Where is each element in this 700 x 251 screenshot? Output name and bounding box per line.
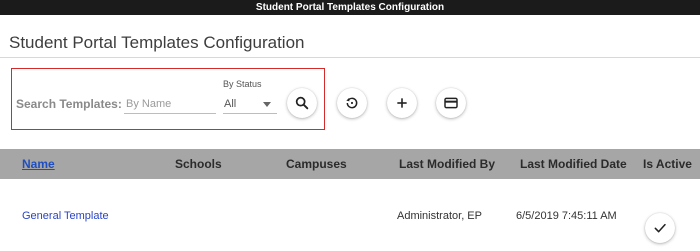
title-divider (0, 57, 700, 58)
column-header-last-modified-by: Last Modified By (399, 157, 496, 171)
column-header-last-modified-date: Last Modified Date (520, 157, 627, 171)
column-header-campuses: Campuses (286, 157, 347, 171)
search-icon (295, 96, 309, 110)
status-filter-caption: By Status (223, 79, 262, 89)
column-header-schools: Schools (175, 157, 222, 171)
plus-icon (397, 98, 407, 108)
window-title: Student Portal Templates Configuration (255, 2, 445, 13)
search-templates-label: Search Templates: (16, 97, 122, 111)
check-icon (654, 223, 666, 233)
last-modified-by-cell: Administrator, EP (397, 210, 482, 222)
history-icon (346, 97, 358, 109)
reset-search-button[interactable] (337, 88, 367, 118)
is-active-toggle[interactable] (645, 213, 675, 243)
column-header-name[interactable]: Name (22, 157, 55, 171)
status-filter-value: All (224, 98, 237, 110)
window-titlebar: Student Portal Templates Configuration (0, 0, 700, 15)
card-view-button[interactable] (436, 88, 466, 118)
page-title: Student Portal Templates Configuration (9, 33, 305, 52)
last-modified-date-cell: 6/5/2019 7:45:11 AM (516, 210, 617, 222)
search-button[interactable] (287, 88, 317, 118)
search-by-name-input[interactable] (124, 94, 216, 114)
add-template-button[interactable] (387, 88, 417, 118)
status-filter-select[interactable]: All (223, 95, 277, 114)
column-header-is-active: Is Active (643, 157, 692, 171)
credit-card-icon (444, 97, 458, 109)
template-name-link[interactable]: General Template (22, 210, 109, 222)
chevron-down-icon (263, 102, 271, 107)
